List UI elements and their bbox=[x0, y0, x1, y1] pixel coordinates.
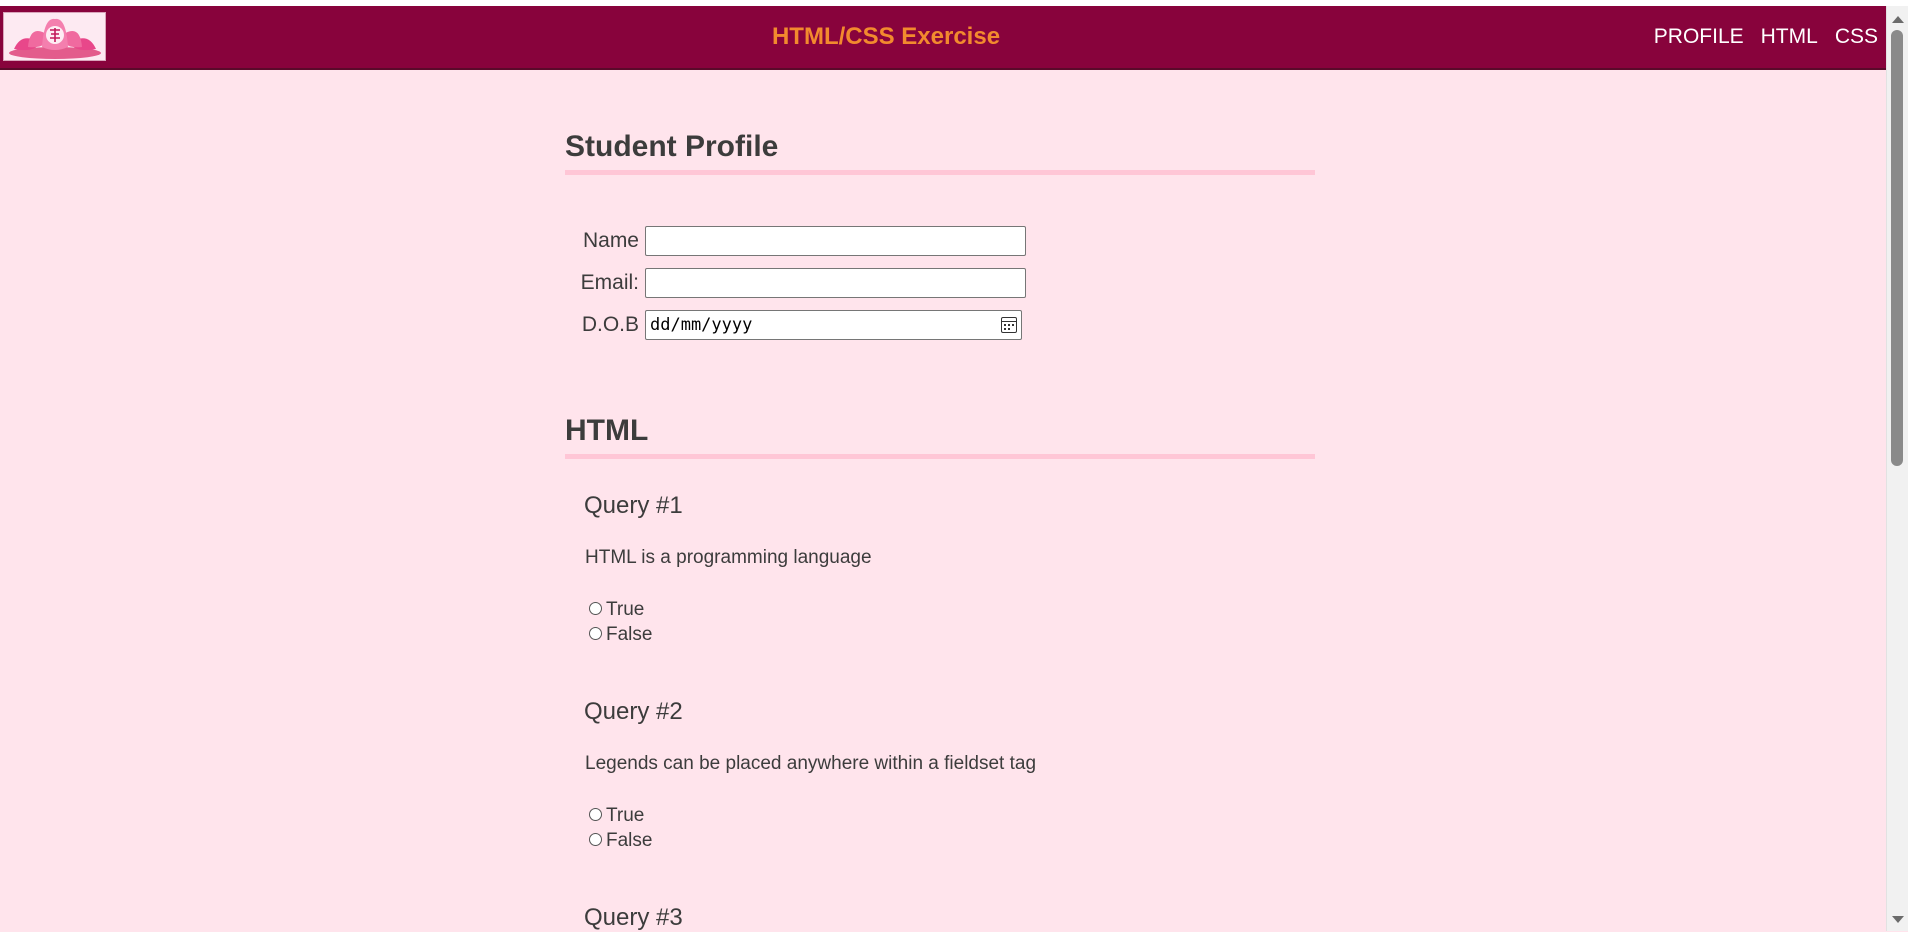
top-nav: PROFILE HTML CSS bbox=[1654, 6, 1878, 68]
radio-button[interactable] bbox=[589, 602, 602, 615]
dob-row: D.O.B dd/mm/yyyy bbox=[565, 310, 1022, 340]
scroll-thumb[interactable] bbox=[1891, 30, 1903, 466]
nav-link-css[interactable]: CSS bbox=[1835, 25, 1878, 49]
query-2-option-true[interactable]: True bbox=[589, 805, 644, 827]
calendar-icon[interactable] bbox=[1001, 317, 1017, 333]
name-row: Name bbox=[565, 226, 1026, 256]
nav-link-html[interactable]: HTML bbox=[1761, 25, 1818, 49]
name-label: Name bbox=[582, 229, 639, 252]
query-3-title: Query #3 bbox=[584, 904, 683, 931]
scroll-down-arrow-icon[interactable] bbox=[1892, 916, 1904, 923]
option-label: False bbox=[606, 624, 653, 645]
dob-date-input[interactable]: dd/mm/yyyy bbox=[645, 310, 1022, 340]
option-label: True bbox=[606, 599, 645, 620]
query-1-text: HTML is a programming language bbox=[585, 547, 872, 568]
query-2-title: Query #2 bbox=[584, 698, 683, 725]
radio-button[interactable] bbox=[589, 833, 602, 846]
query-2-text: Legends can be placed anywhere within a … bbox=[585, 753, 1037, 774]
option-label: False bbox=[606, 830, 653, 851]
nav-link-profile[interactable]: PROFILE bbox=[1654, 25, 1744, 49]
scroll-up-arrow-icon[interactable] bbox=[1892, 16, 1904, 23]
query-1-option-false[interactable]: False bbox=[589, 624, 652, 646]
query-1-option-true[interactable]: True bbox=[589, 599, 644, 621]
radio-button[interactable] bbox=[589, 627, 602, 640]
student-profile-heading: Student Profile bbox=[565, 130, 1315, 175]
option-label: True bbox=[606, 805, 645, 826]
header-bar: HTML/CSS Exercise PROFILE HTML CSS bbox=[0, 6, 1886, 70]
vertical-scrollbar[interactable] bbox=[1886, 6, 1908, 931]
query-1-title: Query #1 bbox=[584, 492, 683, 519]
email-input[interactable] bbox=[645, 268, 1026, 298]
page-title: HTML/CSS Exercise bbox=[771, 23, 1001, 50]
query-2-option-false[interactable]: False bbox=[589, 830, 652, 852]
name-input[interactable] bbox=[645, 226, 1026, 256]
email-row: Email: bbox=[565, 268, 1026, 298]
email-label: Email: bbox=[580, 271, 639, 294]
dob-label: D.O.B bbox=[581, 313, 639, 336]
html-section-heading: HTML bbox=[565, 414, 1315, 459]
radio-button[interactable] bbox=[589, 808, 602, 821]
dob-placeholder: dd/mm/yyyy bbox=[650, 315, 753, 335]
